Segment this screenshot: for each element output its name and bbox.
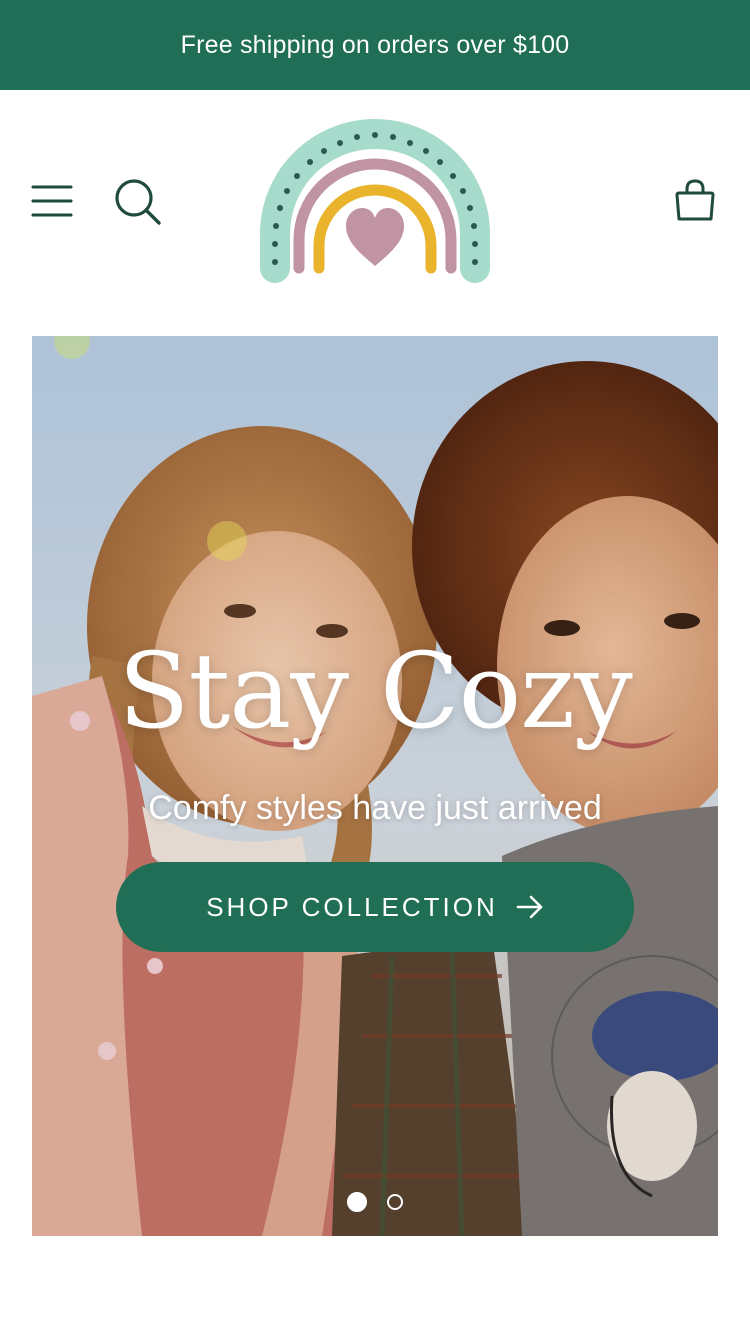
- shopping-bag-icon: [675, 179, 715, 221]
- rainbow-heart-logo[interactable]: [255, 116, 495, 288]
- announcement-bar: Free shipping on orders over $100: [0, 0, 750, 90]
- logo-graphic: [260, 119, 490, 283]
- hamburger-menu-icon: [31, 185, 73, 217]
- slide-pagination: [32, 1192, 718, 1212]
- hero-title: Stay Cozy: [118, 630, 633, 752]
- shop-collection-button[interactable]: SHOP COLLECTION: [116, 862, 634, 952]
- hero-subtitle: Comfy styles have just arrived: [148, 789, 602, 827]
- search-icon: [115, 179, 161, 225]
- hero-banner[interactable]: Stay Cozy Comfy styles have just arrived…: [32, 336, 718, 1236]
- arrow-right-icon: [516, 895, 543, 919]
- announcement-text: Free shipping on orders over $100: [180, 30, 570, 59]
- search-button[interactable]: [110, 174, 166, 230]
- cart-button[interactable]: [668, 174, 722, 228]
- site-header: [0, 90, 750, 336]
- slide-dot-1[interactable]: [347, 1192, 367, 1212]
- slide-dot-2[interactable]: [387, 1194, 403, 1210]
- menu-button[interactable]: [26, 176, 78, 226]
- shop-collection-label: SHOP COLLECTION: [206, 891, 498, 922]
